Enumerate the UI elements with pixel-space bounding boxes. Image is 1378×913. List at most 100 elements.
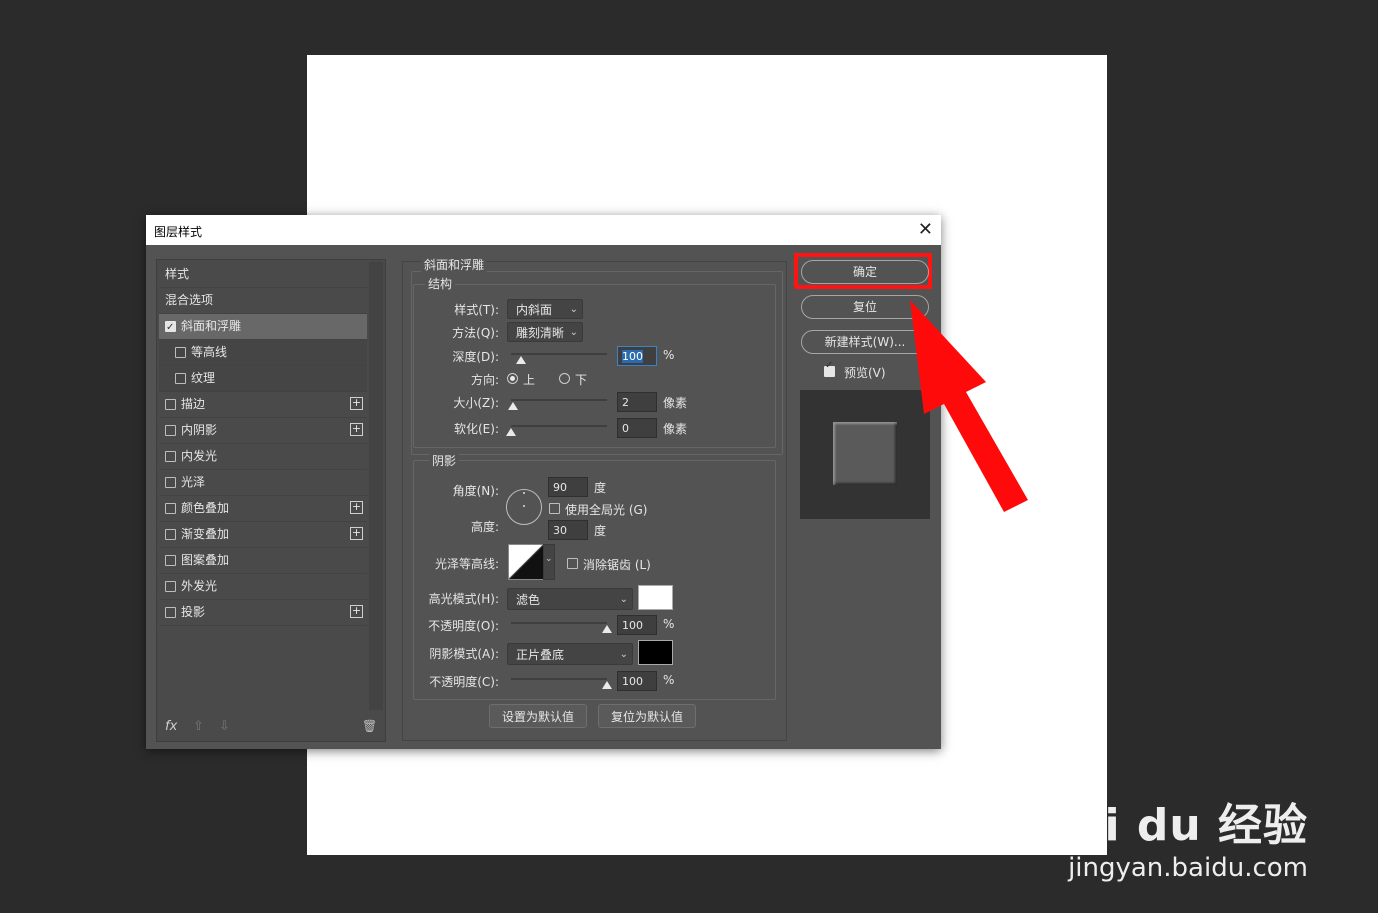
inner-shadow-checkbox[interactable] xyxy=(165,425,176,436)
size-value: 2 xyxy=(622,396,629,409)
preview-checkbox[interactable] xyxy=(824,360,835,377)
gloss-contour-swatch[interactable] xyxy=(508,544,544,580)
soften-input[interactable]: 0 xyxy=(617,418,657,438)
antialias-checkbox[interactable] xyxy=(567,558,578,569)
baidu-url: jingyan.baidu.com xyxy=(1068,853,1308,883)
list-item-blending-options[interactable]: 混合选项 xyxy=(159,288,367,314)
list-item-label: 纹理 xyxy=(191,371,216,385)
add-icon[interactable]: + xyxy=(350,423,363,436)
highlight-opacity-input[interactable]: 100 xyxy=(617,615,657,635)
fx-icon[interactable]: fx xyxy=(165,719,177,734)
highlight-mode-label: 高光模式(H): xyxy=(428,592,499,606)
bevel-checkbox[interactable] xyxy=(165,315,176,340)
shadow-opacity-thumb[interactable] xyxy=(602,681,612,689)
color-overlay-checkbox[interactable] xyxy=(165,503,176,514)
add-icon[interactable]: + xyxy=(350,605,363,618)
direction-down-radio[interactable] xyxy=(559,373,570,384)
shadow-opacity-track[interactable] xyxy=(511,678,607,680)
highlight-opacity-unit: % xyxy=(663,617,675,631)
gradient-overlay-checkbox[interactable] xyxy=(165,529,176,540)
highlight-opacity-track[interactable] xyxy=(511,622,607,624)
shadow-color-swatch[interactable] xyxy=(638,640,673,665)
list-item-gradient-overlay[interactable]: 渐变叠加 + xyxy=(159,522,367,548)
list-item-label: 混合选项 xyxy=(165,293,214,307)
shadow-opacity-input[interactable]: 100 xyxy=(617,671,657,691)
size-unit: 像素 xyxy=(663,396,688,410)
list-item-stroke[interactable]: 描边 + xyxy=(159,392,367,418)
list-item-satin[interactable]: 光泽 xyxy=(159,470,367,496)
stroke-checkbox[interactable] xyxy=(165,399,176,410)
inner-glow-checkbox[interactable] xyxy=(165,451,176,462)
contour-curve-icon xyxy=(509,545,543,579)
contour-checkbox[interactable] xyxy=(175,347,186,358)
drop-shadow-checkbox[interactable] xyxy=(165,607,176,618)
layer-style-dialog: 图层样式 ✕ 样式 混合选项 斜面和浮雕 等高线 纹理 描边 + xyxy=(146,215,941,749)
close-icon[interactable]: ✕ xyxy=(918,219,933,240)
reset-default-button[interactable]: 复位为默认值 xyxy=(598,704,696,728)
angle-dial[interactable] xyxy=(506,489,542,525)
list-item-drop-shadow[interactable]: 投影 + xyxy=(159,600,367,626)
depth-slider-thumb[interactable] xyxy=(515,356,526,364)
add-icon[interactable]: + xyxy=(350,527,363,540)
outer-glow-checkbox[interactable] xyxy=(165,581,176,592)
style-select[interactable]: 内斜面 ⌄ xyxy=(507,299,583,319)
scrollbar[interactable] xyxy=(369,262,383,710)
angle-label: 角度(N): xyxy=(452,484,499,498)
soften-unit: 像素 xyxy=(663,422,688,436)
bevel-group-title: 斜面和浮雕 xyxy=(421,256,488,273)
list-item-label: 颜色叠加 xyxy=(181,501,230,515)
list-item-pattern-overlay[interactable]: 图案叠加 xyxy=(159,548,367,574)
add-icon[interactable]: + xyxy=(350,501,363,514)
list-item-outer-glow[interactable]: 外发光 xyxy=(159,574,367,600)
soften-slider-thumb[interactable] xyxy=(506,428,516,436)
angle-dial-marker xyxy=(523,492,525,494)
list-item-label: 斜面和浮雕 xyxy=(181,319,242,333)
list-item-color-overlay[interactable]: 颜色叠加 + xyxy=(159,496,367,522)
shadow-mode-select[interactable]: 正片叠底 ⌄ xyxy=(507,643,633,665)
move-down-icon[interactable]: ⇩ xyxy=(219,719,230,734)
chevron-down-icon: ⌄ xyxy=(569,304,578,315)
ok-button[interactable]: 确定 xyxy=(801,260,929,284)
direction-down-label: 下 xyxy=(575,373,588,387)
depth-input[interactable]: 100 xyxy=(617,346,657,366)
preview-label: 预览(V) xyxy=(844,366,886,380)
method-select-value: 雕刻清晰 xyxy=(516,326,565,340)
altitude-label: 高度: xyxy=(470,520,499,534)
list-item-contour[interactable]: 等高线 xyxy=(159,340,367,366)
texture-checkbox[interactable] xyxy=(175,373,186,384)
gloss-contour-dropdown[interactable]: ⌄ xyxy=(543,544,555,580)
shading-title: 阴影 xyxy=(429,452,460,469)
altitude-unit: 度 xyxy=(594,524,607,538)
global-light-checkbox[interactable] xyxy=(549,503,560,514)
panel-footer: fx ⇧ ⇩ 🗑 xyxy=(157,713,385,741)
move-up-icon[interactable]: ⇧ xyxy=(193,719,204,734)
altitude-input[interactable]: 30 xyxy=(548,520,588,540)
soften-slider-track[interactable] xyxy=(511,425,607,427)
styles-list-panel: 样式 混合选项 斜面和浮雕 等高线 纹理 描边 + 内阴影 + 内发 xyxy=(156,259,386,742)
shadow-opacity-unit: % xyxy=(663,673,675,687)
list-item-bevel-emboss[interactable]: 斜面和浮雕 xyxy=(159,314,367,340)
list-item-inner-glow[interactable]: 内发光 xyxy=(159,444,367,470)
size-label: 大小(Z): xyxy=(453,396,499,410)
trash-icon[interactable]: 🗑 xyxy=(362,719,377,733)
direction-up-radio[interactable] xyxy=(507,373,518,384)
angle-value: 90 xyxy=(553,481,567,494)
list-item-texture[interactable]: 纹理 xyxy=(159,366,367,392)
size-slider-track[interactable] xyxy=(511,399,607,401)
list-item-inner-shadow[interactable]: 内阴影 + xyxy=(159,418,367,444)
highlight-color-swatch[interactable] xyxy=(638,585,673,610)
pattern-overlay-checkbox[interactable] xyxy=(165,555,176,566)
chevron-down-icon: ⌄ xyxy=(545,554,553,564)
add-icon[interactable]: + xyxy=(350,397,363,410)
highlight-opacity-thumb[interactable] xyxy=(602,625,612,633)
highlight-mode-select[interactable]: 滤色 ⌄ xyxy=(507,588,633,610)
size-input[interactable]: 2 xyxy=(617,392,657,412)
angle-input[interactable]: 90 xyxy=(548,477,588,497)
size-slider-thumb[interactable] xyxy=(507,402,518,410)
make-default-button[interactable]: 设置为默认值 xyxy=(489,704,587,728)
list-item-styles[interactable]: 样式 xyxy=(159,262,367,288)
shadow-opacity-label: 不透明度(C): xyxy=(429,675,499,689)
satin-checkbox[interactable] xyxy=(165,477,176,488)
depth-slider-track[interactable] xyxy=(511,353,607,355)
method-select[interactable]: 雕刻清晰 ⌄ xyxy=(507,322,583,342)
